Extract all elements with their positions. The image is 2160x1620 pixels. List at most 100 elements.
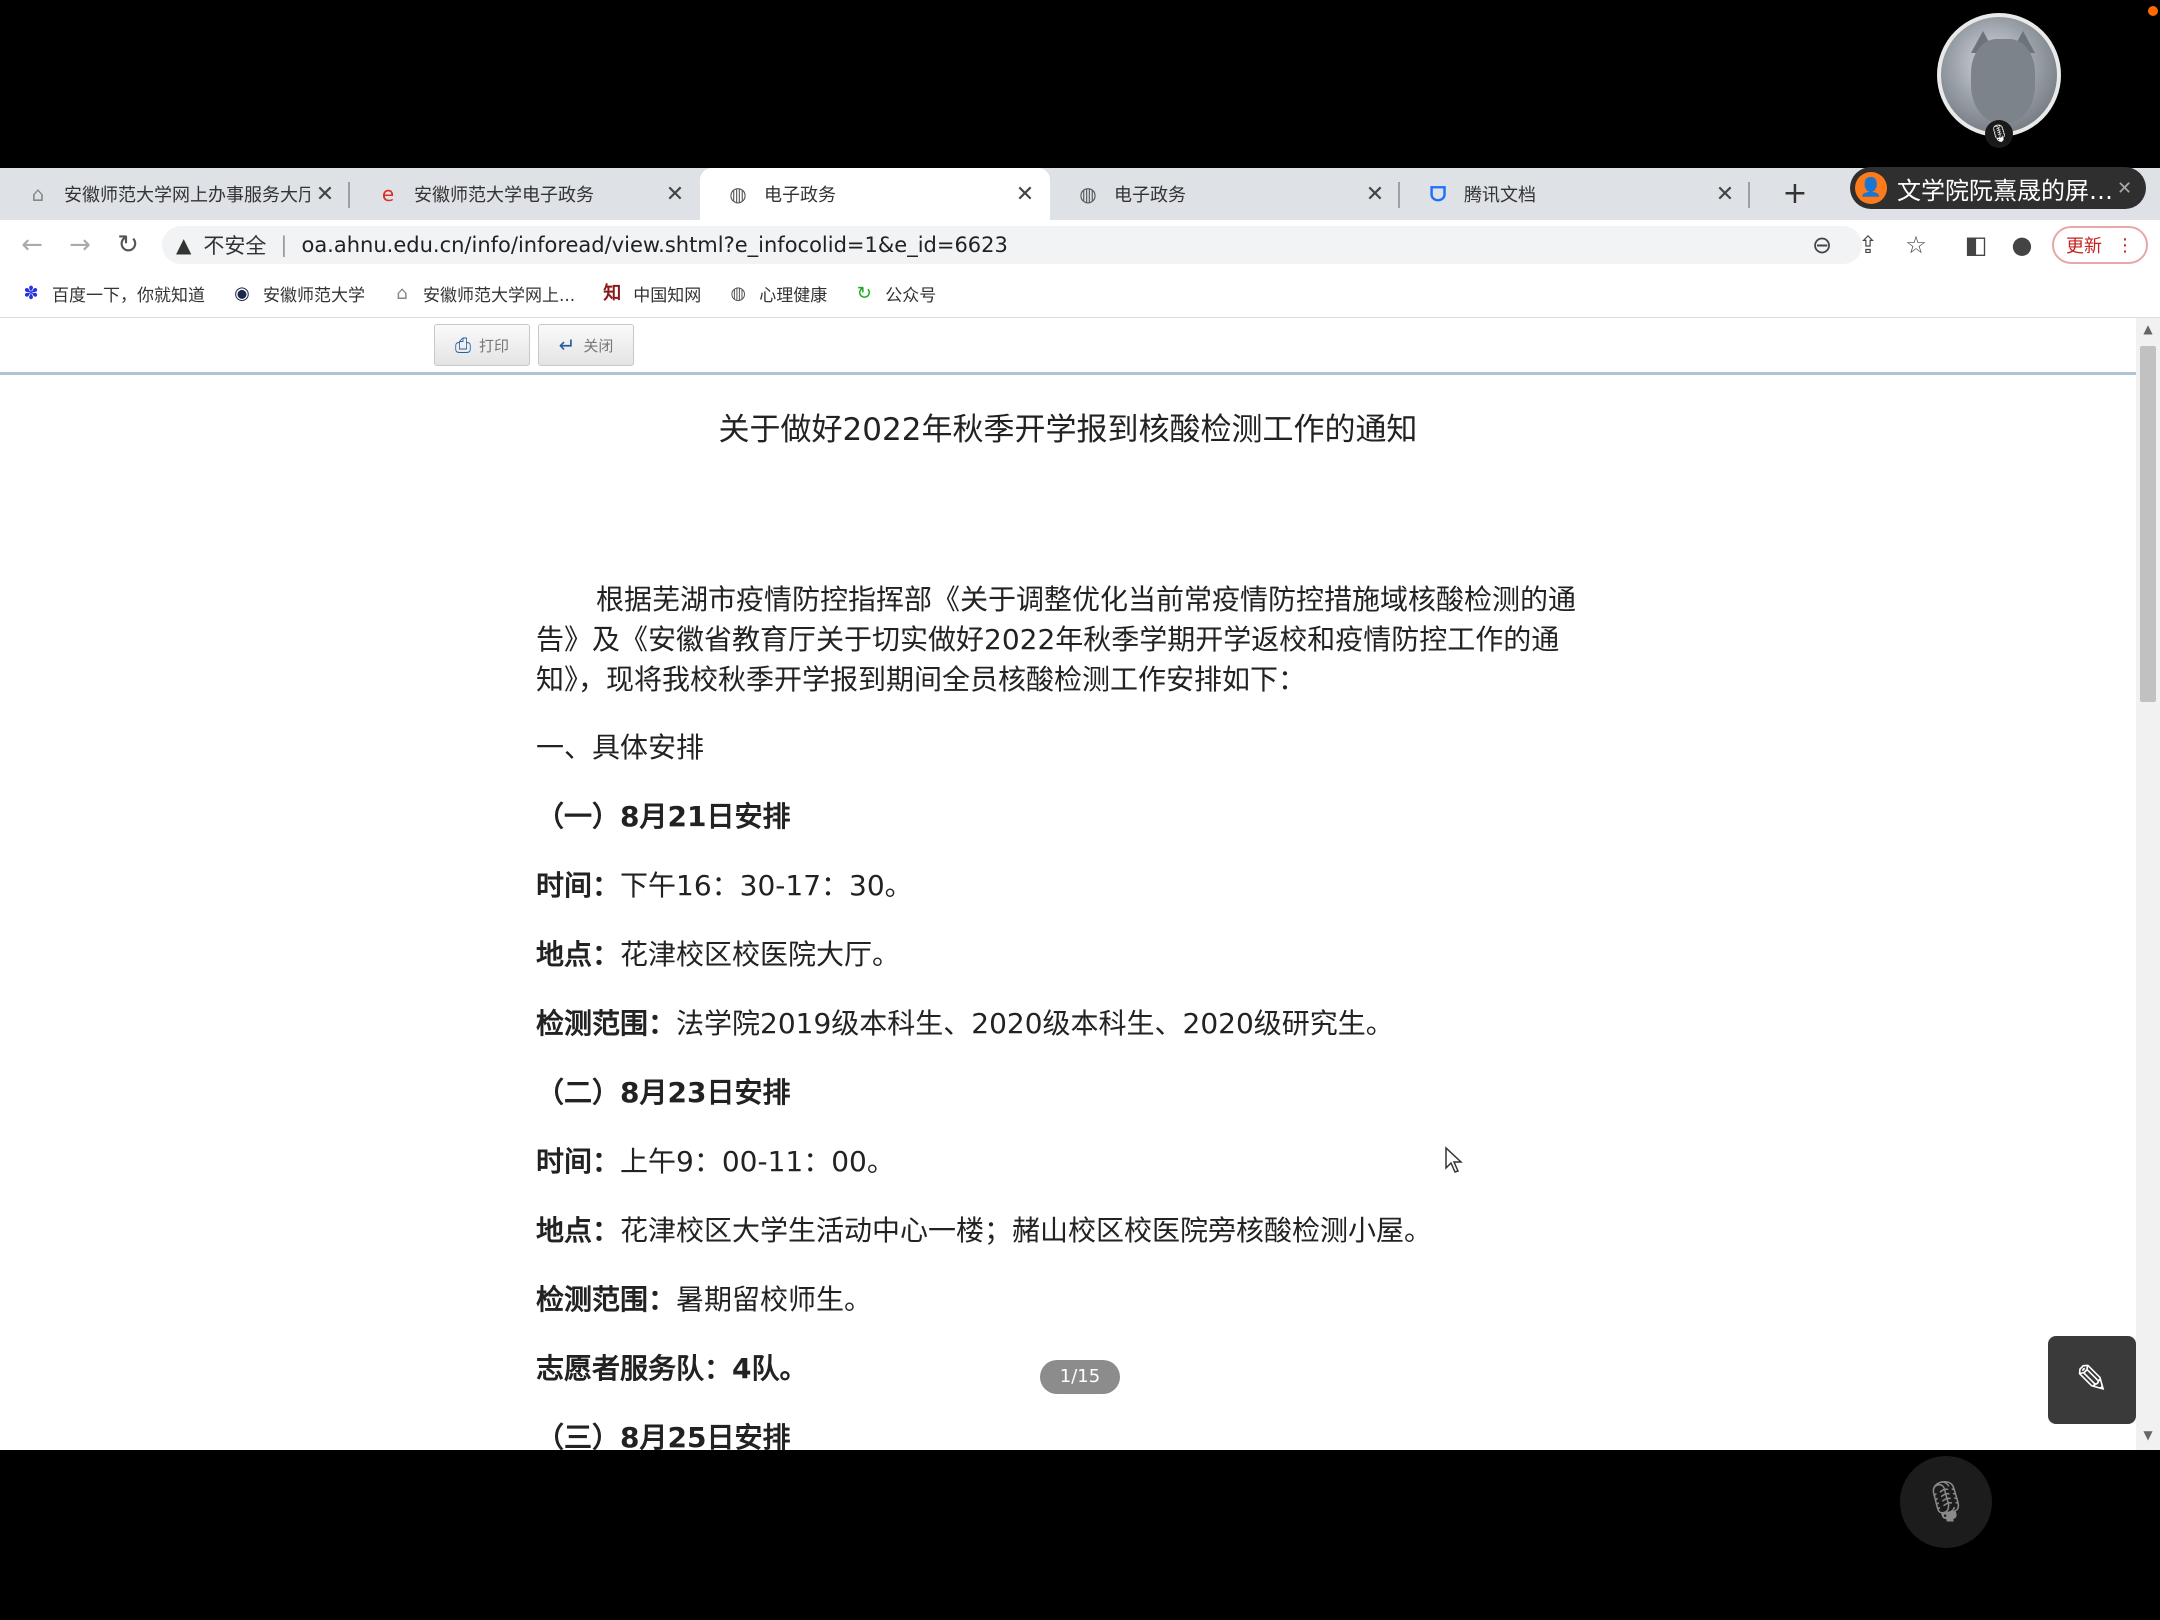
microphone-icon: 🎙: [1985, 120, 2013, 148]
detail-time: 时间：下午16：30-17：30。: [536, 866, 1576, 906]
bookmark-ahnu[interactable]: ◉ 安徽师范大学: [231, 281, 365, 307]
close-label: 关闭: [583, 336, 614, 355]
url-text[interactable]: oa.ahnu.edu.cn/info/inforead/view.shtml?…: [301, 233, 1007, 257]
warning-icon: ▲: [176, 233, 192, 257]
browser-toolbar: ← → ↻ ▲ 不安全 | oa.ahnu.edu.cn/info/infore…: [0, 220, 2160, 270]
scope-label: 检测范围：: [536, 1283, 677, 1316]
document-body: 根据芜湖市疫情防控指挥部《关于调整优化当前常疫情防控措施域核酸检测的通告》及《安…: [536, 580, 1576, 1450]
share-icon[interactable]: ⇪: [1848, 220, 1888, 270]
subsection-heading: （二）8月23日安排: [536, 1076, 791, 1109]
tab-label: 腾讯文档: [1464, 185, 1536, 206]
close-page-button[interactable]: ↵ 关闭: [538, 324, 634, 366]
cat-photo-icon: [1971, 39, 2035, 123]
divider: |: [280, 233, 288, 257]
insecure-label: 不安全: [203, 234, 267, 258]
bookmarks-bar: ✽ 百度一下，你就知道 ◉ 安徽师范大学 ⌂ 安徽师范大学网上... 知 中国知…: [0, 270, 2160, 318]
profile-icon[interactable]: ●: [2002, 220, 2042, 270]
detail-place: 地点：花津校区大学生活动中心一楼；赭山校区校医院旁核酸检测小屋。: [536, 1211, 1576, 1251]
tab-1[interactable]: ⌂ 安徽师范大学网上办事服务大厅 ✕: [0, 168, 350, 220]
baidu-paw-icon: ✽: [23, 282, 39, 304]
tab-5[interactable]: ᗜ 腾讯文档 ✕: [1400, 168, 1750, 220]
tab-2[interactable]: e 安徽师范大学电子政务 ✕: [350, 168, 700, 220]
notification-dot: [2148, 6, 2158, 16]
side-panel-icon[interactable]: ◧: [1956, 220, 1996, 270]
tab-label: 安徽师范大学网上办事服务大厅: [64, 185, 310, 206]
bookmark-label: 公众号: [885, 286, 937, 306]
print-button[interactable]: ⎙ 打印: [434, 324, 530, 366]
time-label: 时间：: [536, 869, 621, 902]
detail-time: 时间：上午9：00-11：00。: [536, 1142, 1576, 1182]
bookmark-label: 安徽师范大学网上...: [423, 286, 576, 306]
participant-avatar[interactable]: [1937, 13, 2061, 137]
detail-place: 地点：花津校区校医院大厅。: [536, 935, 1576, 975]
screen-share-indicator[interactable]: 👤 文学院阮熹晟的屏… ✕: [1850, 167, 2146, 209]
bookmark-mental-health[interactable]: ◍ 心理健康: [727, 281, 828, 307]
subsection-heading: （一）8月21日安排: [536, 800, 791, 833]
zoom-icon[interactable]: ⊖: [1802, 220, 1842, 270]
place-label: 地点：: [536, 1214, 621, 1247]
time-value: 上午9：00-11：00。: [620, 1145, 895, 1178]
scope-value: 暑期留校师生。: [676, 1283, 873, 1316]
place-value: 花津校区校医院大厅。: [620, 938, 901, 971]
bookmark-label: 百度一下，你就知道: [52, 286, 205, 306]
close-icon[interactable]: ✕: [2117, 178, 2137, 199]
time-label: 时间：: [536, 1145, 621, 1178]
university-seal-icon: ◉: [234, 282, 250, 304]
close-icon[interactable]: ✕: [660, 182, 690, 207]
volunteers-value: 4队。: [732, 1352, 808, 1385]
globe-icon: ◍: [1079, 182, 1097, 206]
place-label: 地点：: [536, 938, 621, 971]
bookmark-label: 中国知网: [633, 286, 702, 306]
close-icon[interactable]: ✕: [1010, 182, 1040, 207]
globe-icon: ◍: [730, 282, 747, 304]
scroll-up-arrow-icon[interactable]: ▲: [2136, 322, 2160, 338]
cnki-icon: 知: [603, 282, 622, 304]
subsection-heading: （三）8月25日安排: [536, 1421, 791, 1450]
bookmark-baidu[interactable]: ✽ 百度一下，你就知道: [20, 281, 205, 307]
page-title: 关于做好2022年秋季开学报到核酸检测工作的通知: [718, 412, 1418, 448]
forward-button[interactable]: →: [60, 220, 100, 270]
reload-button[interactable]: ↻: [108, 220, 148, 270]
bookmark-label: 心理健康: [759, 286, 828, 306]
update-button[interactable]: 更新 ⋮: [2052, 226, 2148, 264]
address-bar[interactable]: ▲ 不安全 | oa.ahnu.edu.cn/info/inforead/vie…: [162, 226, 1862, 264]
time-value: 下午16：30-17：30。: [620, 869, 913, 902]
place-value: 花津校区大学生活动中心一楼；赭山校区校医院旁核酸检测小屋。: [620, 1214, 1433, 1247]
print-toolbar: ⎙ 打印 ↵ 关闭: [0, 318, 2136, 375]
bookmark-ahnu-service[interactable]: ⌂ 安徽师范大学网上...: [391, 281, 576, 307]
print-label: 打印: [478, 336, 509, 355]
bookmark-cnki[interactable]: 知 中国知网: [601, 281, 702, 307]
close-icon[interactable]: ✕: [310, 182, 340, 207]
scroll-down-arrow-icon[interactable]: ▼: [2136, 1428, 2160, 1444]
volunteers-label: 志愿者服务队：: [536, 1352, 733, 1385]
kebab-menu-icon: ⋮: [2116, 234, 2134, 256]
close-icon[interactable]: ✕: [1360, 182, 1390, 207]
section-heading: 一、具体安排: [536, 731, 705, 764]
update-label: 更新: [2066, 236, 2102, 257]
tab-4[interactable]: ◍ 电子政务 ✕: [1050, 168, 1400, 220]
swirl-logo-icon: e: [381, 182, 395, 206]
share-label: 文学院阮熹晟的屏…: [1897, 176, 2113, 205]
tab-label: 安徽师范大学电子政务: [414, 185, 594, 206]
globe-icon: ◍: [729, 182, 747, 206]
printer-icon: ⎙: [454, 333, 471, 357]
bookmark-label: 安徽师范大学: [263, 286, 365, 306]
microphone-muted-icon[interactable]: 🎙: [1900, 1456, 1992, 1548]
scrollbar-thumb[interactable]: [2140, 346, 2156, 702]
close-icon[interactable]: ✕: [1710, 182, 1740, 207]
tencent-docs-icon: ᗜ: [1429, 182, 1447, 206]
star-icon[interactable]: ☆: [1896, 220, 1936, 270]
new-tab-button[interactable]: +: [1780, 168, 1810, 220]
green-swirl-icon: ↻: [856, 282, 872, 304]
tab-label: 电子政务: [1114, 185, 1186, 206]
tab-3-active[interactable]: ◍ 电子政务 ✕: [700, 168, 1050, 220]
back-button[interactable]: ←: [12, 220, 52, 270]
user-icon: 👤: [1855, 172, 1887, 204]
return-arrow-icon: ↵: [558, 333, 576, 357]
detail-scope: 检测范围：暑期留校师生。: [536, 1280, 1576, 1320]
bookmark-official-account[interactable]: ↻ 公众号: [853, 281, 937, 307]
tab-divider: [1748, 182, 1750, 208]
home-icon: ⌂: [31, 182, 45, 206]
annotate-icon[interactable]: ✎: [2048, 1336, 2136, 1424]
mouse-cursor-icon: [1445, 1146, 1463, 1173]
